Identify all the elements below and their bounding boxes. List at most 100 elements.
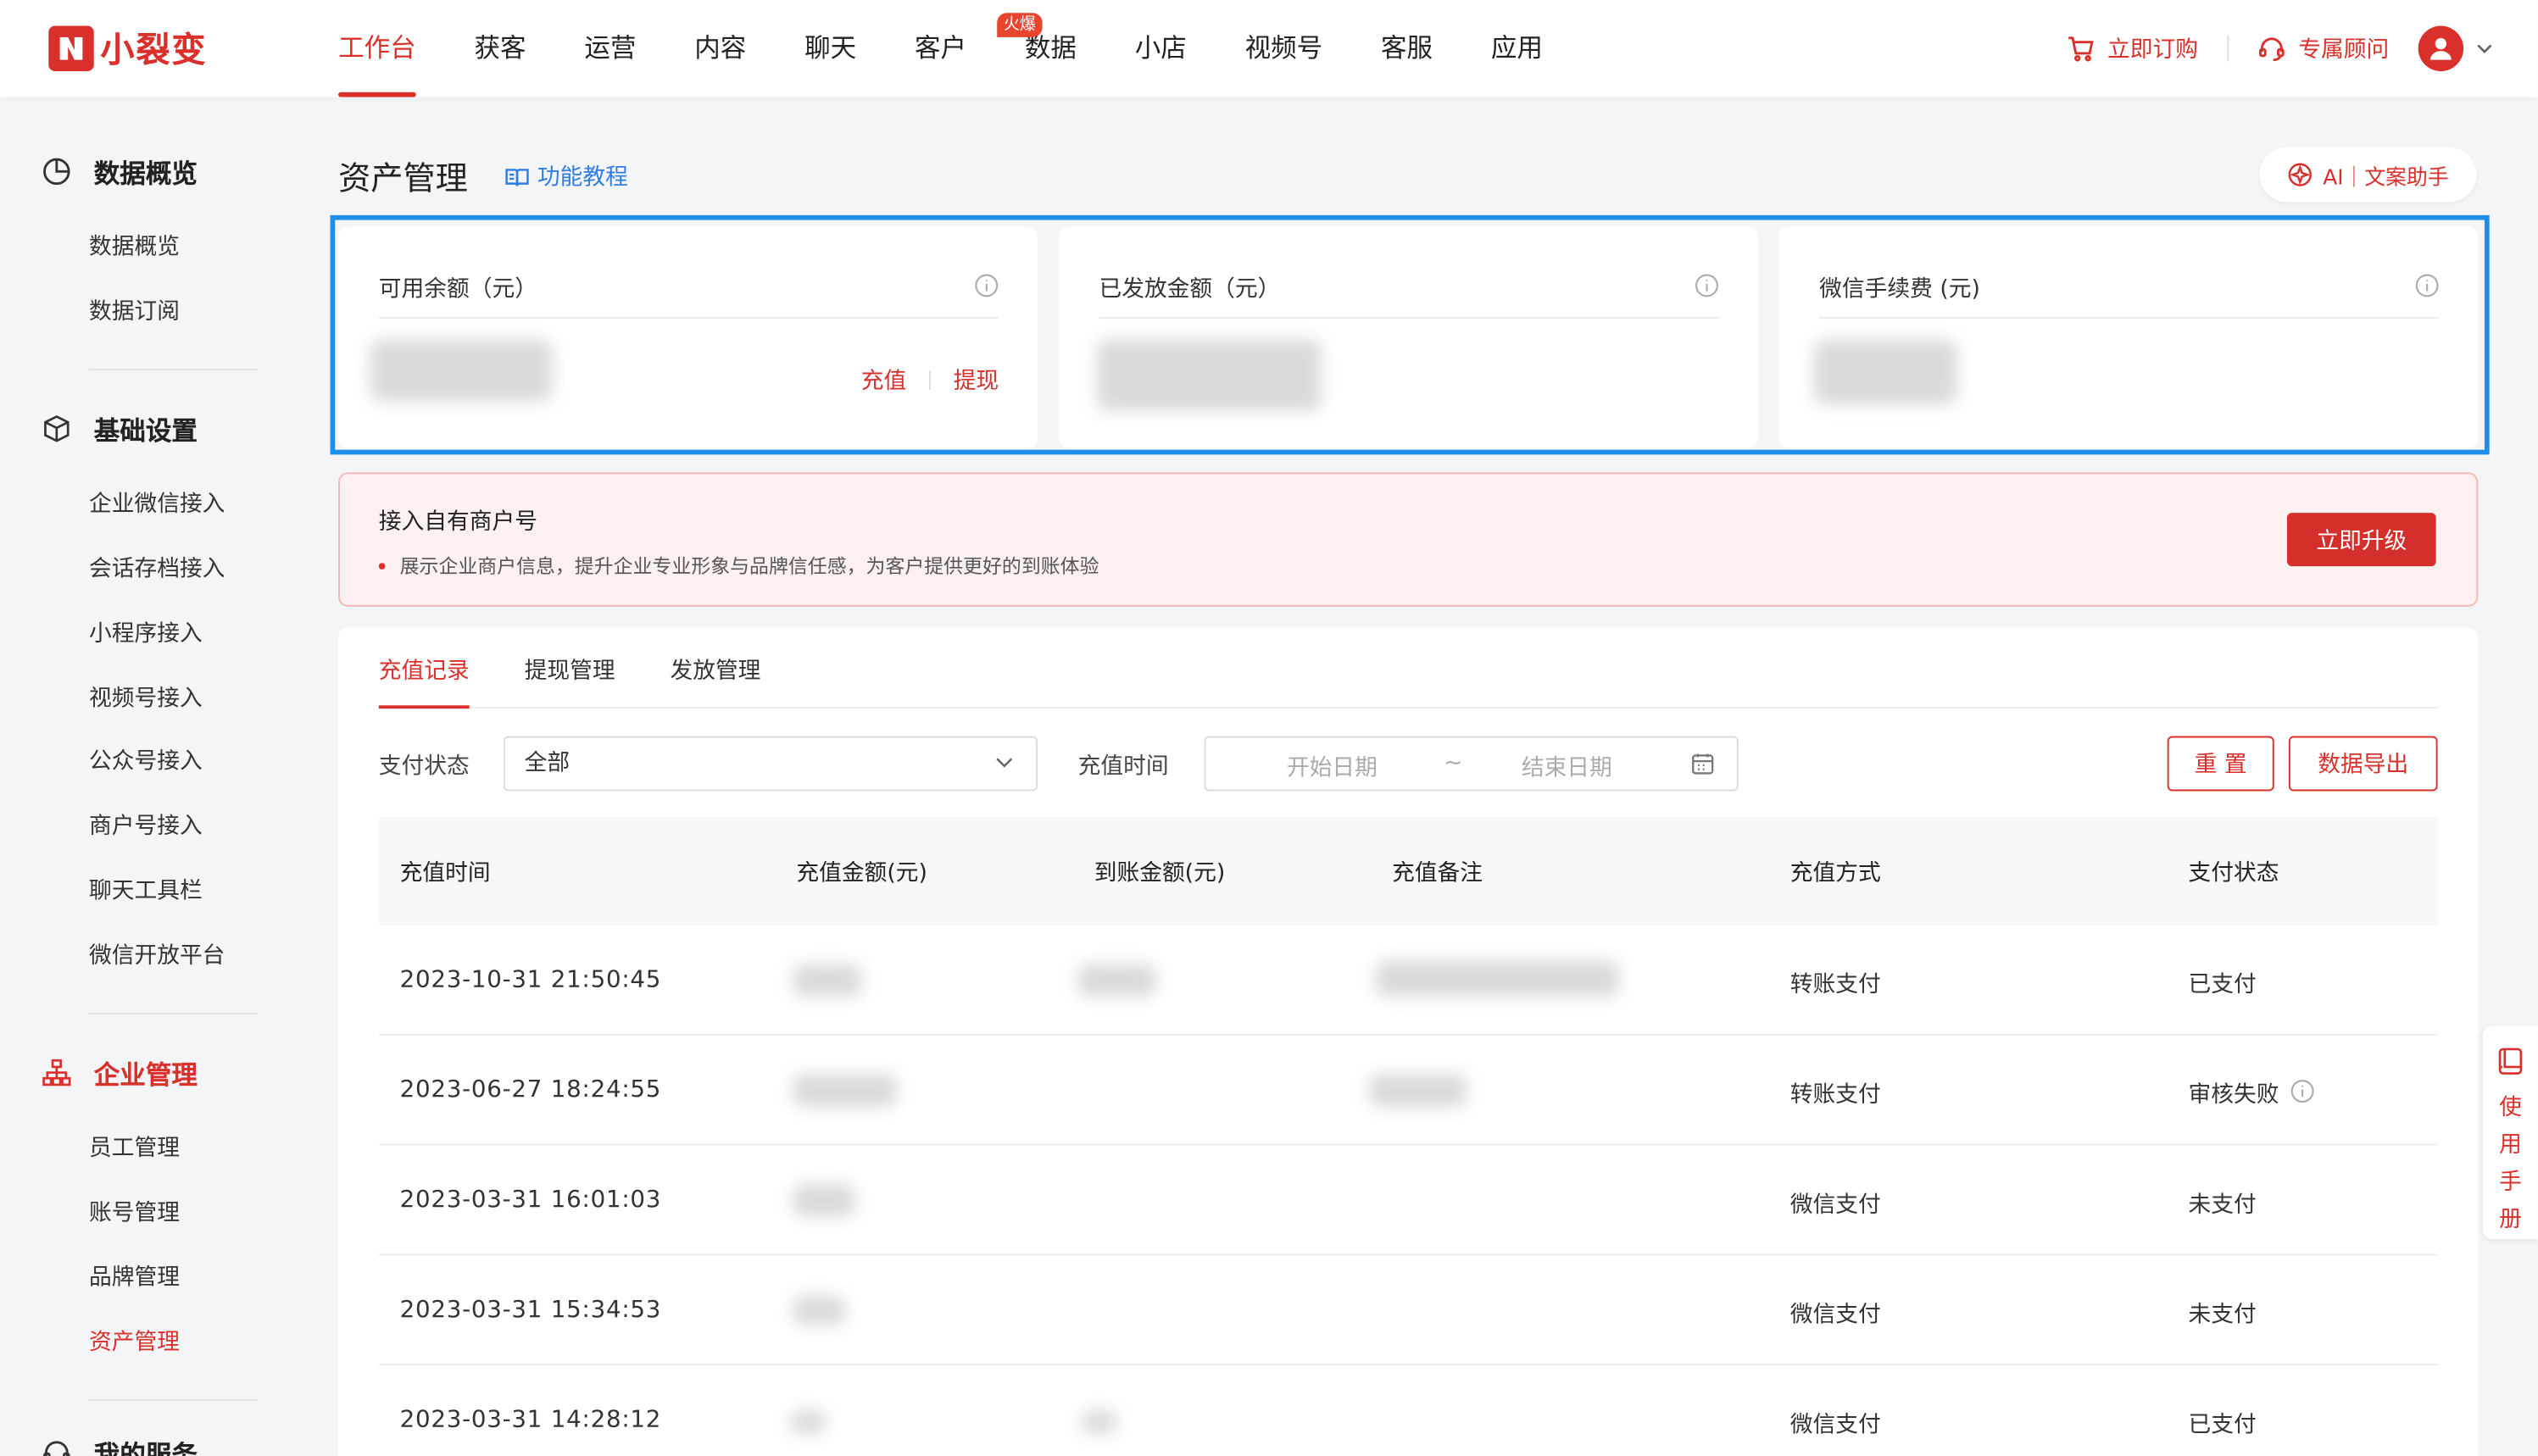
nav-divider: [2227, 35, 2229, 62]
selection-highlight: [330, 214, 2490, 455]
cell-method: 微信支付: [1789, 1302, 1881, 1329]
sidebar-item-official-account[interactable]: 公众号接入: [89, 744, 203, 776]
order-button[interactable]: 立即订购: [2067, 32, 2198, 64]
sidebar-item-assets[interactable]: 资产管理: [89, 1325, 180, 1357]
ai-sparkle-icon: [2288, 163, 2313, 186]
status-filter-label: 支付状态: [378, 753, 470, 781]
table-row[interactable]: 2023-06-27 18:24:55 转账支付 审核失败: [378, 1036, 2438, 1146]
sidebar-item-session-archive[interactable]: 会话存档接入: [89, 552, 225, 584]
table-row[interactable]: 2023-10-31 21:50:45 转账支付 已支付: [378, 925, 2438, 1036]
nav-acquire[interactable]: 获客: [474, 0, 526, 97]
info-icon[interactable]: [2290, 1079, 2315, 1103]
cell-method: 转账支付: [1789, 1082, 1881, 1109]
note-redacted: [1375, 960, 1619, 997]
nav-video[interactable]: 视频号: [1245, 0, 1323, 97]
end-date-input[interactable]: 结束日期: [1522, 751, 1612, 783]
sidebar-item-open-platform[interactable]: 微信开放平台: [89, 938, 225, 970]
tab-recharge-records[interactable]: 充值记录: [378, 628, 470, 709]
bullet-dot: [378, 562, 386, 569]
merchant-banner: 接入自有商户号 展示企业商户信息，提升企业专业形象与品牌信任感，为客户提供更好的…: [338, 472, 2479, 607]
manual-book-icon: [2498, 1048, 2523, 1075]
column-header: 充值时间: [399, 860, 491, 887]
nav-operation[interactable]: 运营: [584, 0, 636, 97]
nav-actions: 立即订购 专属顾问: [2067, 0, 2492, 97]
received-redacted: [1081, 1410, 1117, 1434]
amount-redacted: [793, 964, 861, 997]
column-header: 支付状态: [2188, 860, 2279, 887]
cell-method: 微信支付: [1789, 1412, 1881, 1439]
cell-time: 2023-03-31 14:28:12: [399, 1407, 662, 1434]
table-row[interactable]: 2023-03-31 16:01:03 微信支付 未支付: [378, 1146, 2438, 1256]
nav-workbench[interactable]: 工作台: [338, 0, 416, 97]
banner-title: 接入自有商户号: [378, 509, 537, 536]
table-row[interactable]: 2023-03-31 14:28:12 微信支付 已支付: [379, 1365, 2438, 1456]
tab-withdraw-management[interactable]: 提现管理: [525, 628, 615, 708]
nav-service[interactable]: 客服: [1381, 0, 1433, 97]
sidebar-item-video-account[interactable]: 视频号接入: [89, 681, 203, 714]
column-header: 充值金额(元): [796, 860, 927, 887]
export-button[interactable]: 数据导出: [2288, 736, 2438, 792]
cell-status: 未支付: [2188, 1302, 2257, 1329]
column-header: 充值备注: [1392, 860, 1483, 887]
brand-name: 小裂变: [100, 31, 208, 70]
page-title: 资产管理: [338, 158, 468, 197]
sidebar-item-data-overview[interactable]: 数据概览: [89, 230, 180, 262]
table-row[interactable]: 2023-03-31 15:34:53 微信支付 未支付: [378, 1255, 2438, 1366]
chevron-down-icon[interactable]: [2476, 44, 2492, 53]
sidebar-group-overview[interactable]: 数据概览: [42, 152, 198, 191]
tabs: 充值记录 提现管理 发放管理: [378, 628, 2438, 709]
sidebar-divider: [89, 1012, 258, 1014]
chevron-down-icon: [996, 758, 1013, 768]
calendar-icon: [1692, 753, 1714, 775]
reset-button[interactable]: 重 置: [2167, 736, 2274, 792]
status-select[interactable]: 全部: [503, 736, 1038, 792]
date-range-picker[interactable]: 开始日期 ~ 结束日期: [1204, 736, 1739, 792]
sidebar-item-staff[interactable]: 员工管理: [89, 1131, 180, 1163]
avatar[interactable]: [2418, 25, 2464, 71]
cube-icon: [44, 415, 70, 442]
logo[interactable]: 小裂变: [48, 25, 208, 71]
nav-content[interactable]: 内容: [694, 0, 746, 97]
nav-apps[interactable]: 应用: [1491, 0, 1543, 97]
cell-time: 2023-03-31 16:01:03: [399, 1187, 662, 1214]
sidebar-item-account[interactable]: 账号管理: [89, 1196, 180, 1228]
tutorial-link[interactable]: 功能教程: [505, 160, 628, 192]
tab-issue-management[interactable]: 发放管理: [670, 628, 760, 708]
sidebar-group-my-service[interactable]: 我的服务: [42, 1433, 198, 1456]
column-header: 到账金额(元): [1094, 860, 1226, 887]
sidebar-item-merchant[interactable]: 商户号接入: [89, 809, 203, 841]
cell-method: 微信支付: [1789, 1192, 1881, 1219]
sidebar: 数据概览 数据概览 数据订阅 基础设置 企业微信接入 会话存档接入 小程序接入 …: [0, 97, 301, 1456]
sidebar-item-chat-toolbar[interactable]: 聊天工具栏: [89, 874, 203, 906]
start-date-input[interactable]: 开始日期: [1287, 751, 1378, 783]
cell-status: 审核失败: [2188, 1082, 2279, 1109]
cell-status: 已支付: [2188, 1412, 2257, 1439]
ai-copywriter-button[interactable]: AI｜文案助手: [2259, 147, 2477, 203]
top-nav: 小裂变 工作台 获客 运营 内容 聊天 客户 数据 小店 视频号 客服 应用 火…: [0, 0, 2538, 97]
pie-chart-icon: [43, 158, 70, 186]
upgrade-button[interactable]: 立即升级: [2286, 513, 2436, 567]
sidebar-item-data-subscription[interactable]: 数据订阅: [89, 294, 180, 326]
table-header: 充值时间 充值金额(元) 到账金额(元) 充值备注 充值方式 支付状态: [378, 816, 2438, 925]
column-header: 充值方式: [1789, 860, 1881, 887]
nav-customer[interactable]: 客户: [915, 0, 966, 97]
nav-chat[interactable]: 聊天: [804, 0, 856, 97]
sidebar-item-miniprogram[interactable]: 小程序接入: [89, 616, 203, 648]
sidebar-item-brand[interactable]: 品牌管理: [89, 1260, 180, 1292]
main-nav: 工作台 获客 运营 内容 聊天 客户 数据 小店 视频号 客服 应用: [338, 0, 1601, 97]
service-icon: [43, 1441, 70, 1456]
nav-shop[interactable]: 小店: [1135, 0, 1187, 97]
note-redacted: [1369, 1074, 1467, 1107]
sidebar-divider: [89, 1399, 258, 1402]
logo-icon: [48, 25, 94, 71]
user-manual-tab[interactable]: 使 用 手 册: [2483, 1025, 2538, 1240]
headset-icon: [2259, 37, 2285, 62]
org-chart-icon: [42, 1059, 71, 1086]
consultant-button[interactable]: 专属顾问: [2258, 32, 2389, 64]
sidebar-group-enterprise[interactable]: 企业管理: [42, 1053, 198, 1092]
sidebar-group-basic-settings[interactable]: 基础设置: [42, 409, 198, 448]
sidebar-item-wecom[interactable]: 企业微信接入: [89, 487, 225, 520]
banner-description: 展示企业商户信息，提升企业专业形象与品牌信任感，为客户提供更好的到账体验: [378, 552, 1099, 579]
hot-badge: 火爆: [997, 13, 1043, 37]
range-separator: ~: [1444, 750, 1463, 777]
